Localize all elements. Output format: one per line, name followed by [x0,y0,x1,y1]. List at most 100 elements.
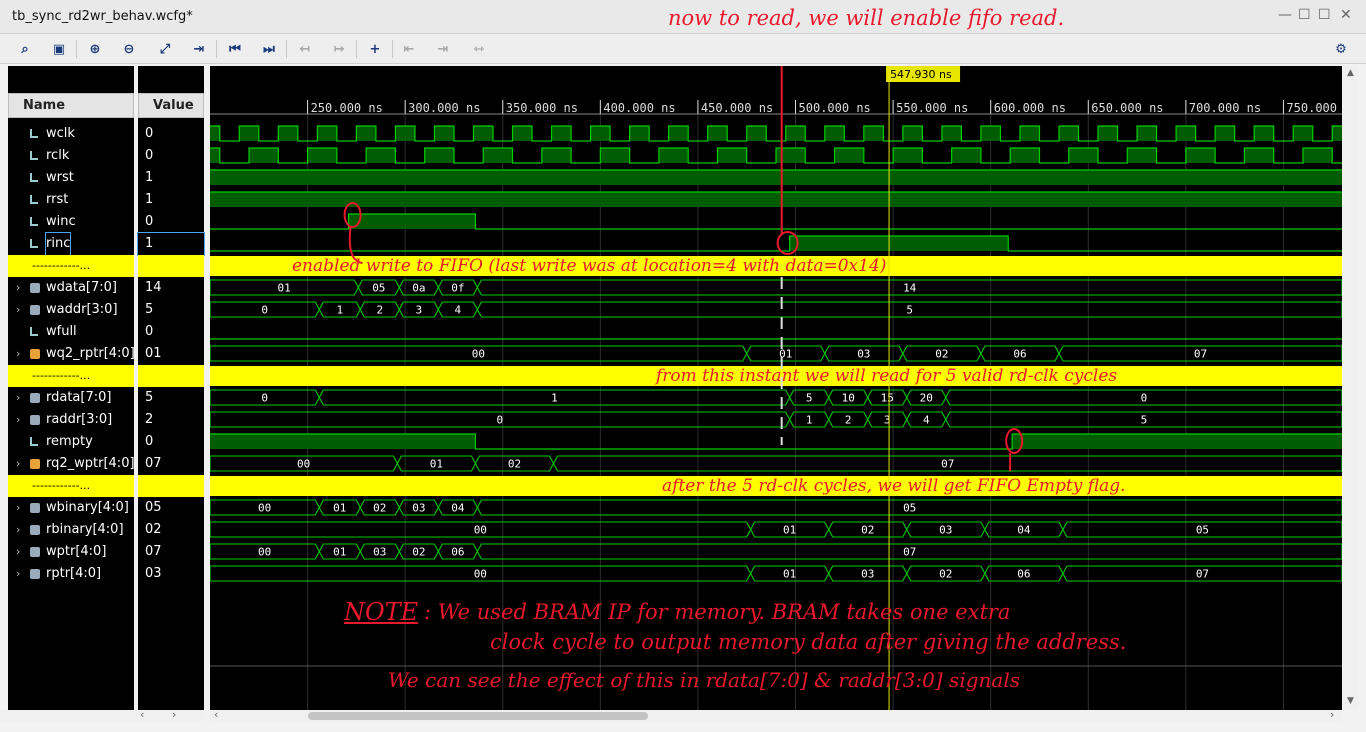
signal-row[interactable]: wrst [8,167,134,189]
bus-value-label: 04 [1017,524,1031,537]
scroll-right-icon[interactable]: › [1330,708,1334,721]
signal-name: winc [46,214,76,229]
wave-horizontal-scrollbar[interactable]: ‹ › [210,708,1342,722]
time-label: 500.000 ns [799,101,871,115]
annotation-read-start: from this instant we will read for 5 val… [656,366,1118,386]
bus-value-label: 0 [497,414,504,427]
signal-row[interactable]: › raddr[3:0] [8,409,134,431]
signal-name: rq2_wptr[4:0] [46,456,135,471]
bus-value-label: 05 [372,282,385,295]
expand-chevron-icon[interactable]: › [16,299,20,321]
signal-row[interactable]: › wbinary[4:0] [8,497,134,519]
signal-value: 0 [145,126,154,141]
bit-signal-icon [30,217,38,226]
zoom-in-icon[interactable]: ⊕ [84,38,106,60]
previous-marker-icon[interactable]: ⇤ [398,38,420,60]
signal-row[interactable]: › rptr[4:0] [8,563,134,585]
next-marker-icon[interactable]: ⇥ [432,38,454,60]
signal-value: 07 [145,456,162,471]
signal-name: rrst [46,192,69,207]
signal-row[interactable]: rinc [8,232,134,256]
scroll-right-icon[interactable]: › [172,708,176,721]
signal-row[interactable]: › wptr[4:0] [8,541,134,563]
signal-name: wdata[7:0] [46,280,117,295]
names-horizontal-scrollbar[interactable]: ‹ › [0,708,204,722]
signal-row[interactable]: › rq2_wptr[4:0] [8,453,135,475]
scroll-down-icon[interactable]: ▼ [1347,696,1354,706]
swap-cursors-icon[interactable]: ⇿ [468,38,490,60]
bit-high-fill [210,170,1342,185]
divider-row[interactable]: ------------... [8,255,134,277]
divider-row[interactable]: ------------... [8,475,134,497]
value-column-header[interactable]: Value [138,93,204,118]
bus-value-label: 01 [278,282,291,295]
bus-value-label: 01 [333,502,346,515]
expand-chevron-icon[interactable]: › [16,453,20,475]
maximize-icon[interactable]: ☐ [1318,7,1331,23]
save-icon[interactable]: ▣ [48,38,70,60]
go-to-time-zero-icon[interactable]: ⏮ [224,38,246,60]
scroll-left-icon[interactable]: ‹ [214,708,218,721]
expand-chevron-icon[interactable]: › [16,541,20,563]
bus-value-label: 2 [376,304,383,317]
clock-high-fill [1293,126,1313,141]
divider-row[interactable]: ------------... [8,365,134,387]
signal-row[interactable]: › wq2_rptr[4:0] [8,343,135,365]
search-icon[interactable]: ⌕ [14,38,36,60]
signal-row[interactable]: winc [8,211,134,233]
vertical-scrollbar[interactable]: ▲ ▼ [1344,66,1358,710]
clock-high-fill [941,126,962,141]
bit-signal-icon [30,129,38,138]
next-transition-icon[interactable]: ↦ [328,38,350,60]
scroll-up-icon[interactable]: ▲ [1347,68,1354,78]
signal-row[interactable]: rclk [8,145,134,167]
bus-value-label: 5 [806,392,813,405]
settings-gear-icon[interactable]: ⚙ [1330,38,1352,60]
expand-chevron-icon[interactable]: › [16,563,20,585]
expand-chevron-icon[interactable]: › [16,497,20,519]
signal-row[interactable]: wfull [8,321,134,343]
scroll-left-icon[interactable]: ‹ [140,708,144,721]
expand-chevron-icon[interactable]: › [16,519,20,541]
toolbar: ⚙ ⌕ ▣ ⊕ ⊖ ⤢ ⇥ ⏮ ⏭ ↤ ↦ + ⇤ ⇥ ⇿ [0,34,1366,64]
expand-chevron-icon[interactable]: › [16,387,20,409]
signal-row[interactable]: › rdata[7:0] [8,387,134,409]
clock-high-fill [1244,148,1274,163]
bus-signal-icon [30,305,40,315]
scroll-thumb[interactable] [308,712,648,720]
bus-signal-icon [30,415,40,425]
bus-value-label: 00 [474,524,487,537]
bus-value-label: 03 [857,348,870,361]
signal-row[interactable]: › wdata[7:0] [8,277,134,299]
time-label: 550.000 ns [896,101,968,115]
restore-icon[interactable]: ☐ [1298,7,1311,23]
close-icon[interactable]: ✕ [1340,7,1352,23]
add-marker-icon[interactable]: + [364,38,386,60]
signal-row[interactable]: rempty [8,431,134,453]
signal-row[interactable]: wclk [8,123,134,145]
clock-high-fill [1215,126,1235,141]
bus-value-label: 4 [923,414,930,427]
signal-name: ------------... [32,369,91,382]
go-to-last-time-icon[interactable]: ⏭ [258,38,280,60]
expand-chevron-icon[interactable]: › [16,343,20,365]
signal-row[interactable]: rrst [8,189,134,211]
go-to-cursor-icon[interactable]: ⇥ [188,38,210,60]
bit-signal-icon [30,239,38,248]
name-column-header[interactable]: Name [8,93,134,118]
cursor-time-label: 547.930 ns [890,68,952,81]
previous-transition-icon[interactable]: ↤ [294,38,316,60]
signal-row[interactable]: › waddr[3:0] [8,299,134,321]
zoom-out-icon[interactable]: ⊖ [118,38,140,60]
clock-high-fill [824,126,845,141]
signal-row[interactable]: › rbinary[4:0] [8,519,134,541]
expand-chevron-icon[interactable]: › [16,409,20,431]
expand-chevron-icon[interactable]: › [16,277,20,299]
minimize-icon[interactable]: — [1278,7,1292,23]
clock-high-fill [600,148,630,163]
bus-value-label: 3 [884,414,891,427]
zoom-fit-icon[interactable]: ⤢ [154,38,176,60]
signal-name: rdata[7:0] [46,390,112,405]
signal-value: 03 [145,566,162,581]
bus-value-label: 01 [783,568,796,581]
